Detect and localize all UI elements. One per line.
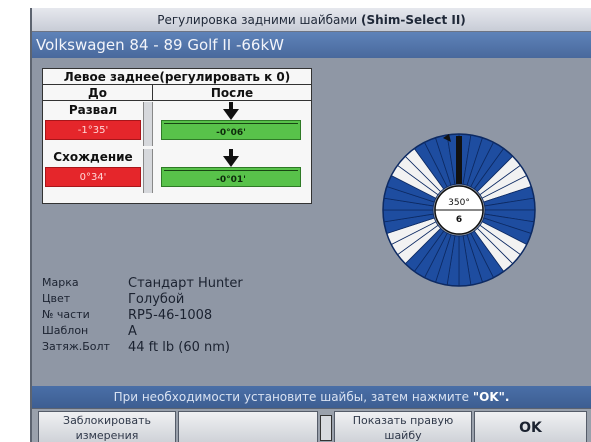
row-label-camber: Развал — [68, 103, 118, 117]
info-key: Шаблон — [42, 324, 89, 337]
table-row-toe: Схождение 0°34' -0°01' — [43, 149, 311, 193]
instruction-ok-label: "OK". — [472, 390, 510, 404]
info-row: Марка Стандарт Hunter — [42, 276, 243, 292]
row-label-toe: Схождение — [53, 150, 133, 164]
window-title-product: (Shim-Select II) — [361, 13, 466, 27]
instruction-bar: При необходимости установите шайбы, зате… — [32, 386, 591, 408]
wheel-marker — [456, 136, 462, 184]
row-separator — [143, 149, 153, 193]
app-window: Регулировка задними шайбами (Shim-Select… — [30, 8, 591, 442]
wheel-index-label: 6 — [456, 215, 462, 225]
row-separator — [143, 102, 153, 146]
measurement-table: Левое заднее(регулировать к 0) До После … — [42, 68, 312, 204]
info-row: № части RP5-46-1008 — [42, 308, 243, 324]
instruction-text: При необходимости установите шайбы, зате… — [113, 390, 473, 404]
info-row: Затяж.Болт 44 ft lb (60 nm) — [42, 340, 243, 356]
info-row: Шаблон A — [42, 324, 243, 340]
info-value: Голубой — [128, 292, 185, 307]
down-arrow-icon — [223, 102, 239, 120]
info-value: A — [128, 324, 137, 339]
camber-before-value: -1°35' — [45, 120, 141, 140]
table-row-camber: Развал -1°35' -0°06' — [43, 102, 311, 146]
empty-button[interactable] — [178, 411, 318, 442]
column-after-header: После — [210, 86, 254, 100]
ok-button[interactable]: OK — [474, 411, 587, 442]
lock-measurements-button[interactable]: Заблокировать измерения — [38, 411, 176, 442]
table-title: Левое заднее(регулировать к 0) — [43, 69, 311, 85]
shim-wheel-diagram: 350° 6 — [382, 133, 536, 287]
gauge-ticks — [164, 170, 298, 174]
info-key: Марка — [42, 276, 79, 289]
wheel-angle-label: 350° — [448, 198, 470, 208]
info-row: Цвет Голубой — [42, 292, 243, 308]
shim-info: Марка Стандарт Hunter Цвет Голубой № части… — [42, 276, 243, 356]
show-right-shim-button[interactable]: Показать правую шайбу — [334, 411, 472, 442]
window-titlebar: Регулировка задними шайбами (Shim-Select… — [32, 8, 591, 32]
info-key: № части — [42, 308, 90, 321]
info-key: Цвет — [42, 292, 71, 305]
toe-before-value: 0°34' — [45, 167, 141, 187]
toe-after-gauge: -0°01' — [161, 167, 301, 187]
camber-after-value: -0°06' — [216, 128, 246, 138]
column-before-header: До — [43, 85, 153, 100]
info-key: Затяж.Болт — [42, 340, 110, 353]
button-slot-divider — [320, 415, 332, 441]
down-arrow-icon — [223, 149, 239, 167]
vehicle-name: Volkswagen 84 - 89 Golf II -66kW — [32, 32, 591, 58]
info-value: Стандарт Hunter — [128, 276, 243, 291]
button-bar: Заблокировать измерения Показать правую … — [32, 408, 591, 442]
table-header: До После — [43, 85, 311, 101]
toe-after-value: -0°01' — [216, 175, 246, 185]
camber-after-gauge: -0°06' — [161, 120, 301, 140]
info-value: RP5-46-1008 — [128, 308, 213, 323]
gauge-ticks — [164, 123, 298, 127]
info-value: 44 ft lb (60 nm) — [128, 340, 230, 355]
window-title: Регулировка задними шайбами — [157, 13, 362, 27]
